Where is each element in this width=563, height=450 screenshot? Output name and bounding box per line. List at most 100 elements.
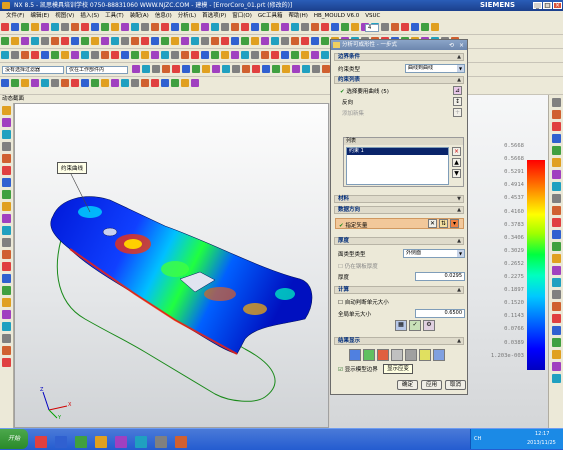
toolbar-tool-icon[interactable]: [552, 170, 561, 179]
toolbar-tool-icon[interactable]: [251, 51, 259, 59]
toolbar-tool-icon[interactable]: [192, 65, 200, 73]
toolbar-tool-icon[interactable]: [181, 23, 189, 31]
face-type-select[interactable]: 外侧面 ▼: [403, 249, 465, 258]
toolbar-tool-icon[interactable]: [2, 190, 11, 199]
toolbar-tool-icon[interactable]: [291, 23, 299, 31]
toolbar-tool-icon[interactable]: [322, 65, 330, 73]
toolbar-tool-icon[interactable]: [21, 37, 29, 45]
section-direction[interactable]: 数据方向 ▲: [334, 206, 464, 214]
toolbar-tool-icon[interactable]: [301, 51, 309, 59]
list-item-constraint-1[interactable]: 约束 1: [347, 148, 448, 155]
result-display-icon[interactable]: [405, 349, 417, 361]
toolbar-tool-icon[interactable]: [271, 51, 279, 59]
toolbar-tool-icon[interactable]: [261, 37, 269, 45]
constraint-list[interactable]: 约束 1: [346, 147, 449, 185]
apply-button[interactable]: 应用: [421, 380, 442, 390]
toolbar-tool-icon[interactable]: [81, 79, 89, 87]
toolbar-tool-icon[interactable]: [331, 23, 339, 31]
toolbar-tool-icon[interactable]: [231, 23, 239, 31]
constraint-type-select[interactable]: 曲线到曲线 ▼: [405, 64, 465, 73]
toolbar-tool-icon[interactable]: [101, 79, 109, 87]
toolbar-tool-icon[interactable]: [171, 37, 179, 45]
selection-filter-select[interactable]: 没有选择过滤器: [2, 66, 64, 74]
cancel-button[interactable]: 取消: [445, 380, 466, 390]
toolbar-tool-icon[interactable]: [231, 51, 239, 59]
toolbar-tool-icon[interactable]: [281, 51, 289, 59]
thickness-input[interactable]: 0.0295: [415, 272, 465, 281]
toolbar-tool-icon[interactable]: [421, 23, 429, 31]
taskbar-app-icon[interactable]: [135, 436, 147, 448]
toolbar-tool-icon[interactable]: [61, 79, 69, 87]
toolbar-tool-icon[interactable]: [201, 23, 209, 31]
section-material[interactable]: 材料 ▼: [334, 195, 464, 203]
toolbar-tool-icon[interactable]: [141, 23, 149, 31]
toolbar-tool-icon[interactable]: [552, 338, 561, 347]
toolbar-tool-icon[interactable]: [131, 37, 139, 45]
toolbar-tool-icon[interactable]: [61, 51, 69, 59]
taskbar-app-icon[interactable]: [175, 436, 187, 448]
taskbar-app-icon[interactable]: [115, 436, 127, 448]
toolbar-tool-icon[interactable]: [131, 23, 139, 31]
toolbar-tool-icon[interactable]: [131, 51, 139, 59]
section-calculation[interactable]: 计算 ▲: [334, 286, 464, 294]
add-set-button[interactable]: +: [453, 108, 462, 117]
toolbar-tool-icon[interactable]: [31, 23, 39, 31]
toolbar-tool-icon[interactable]: [221, 37, 229, 45]
delete-item-icon[interactable]: ×: [452, 147, 461, 156]
toolbar-tool-icon[interactable]: [2, 274, 11, 283]
section-results[interactable]: 结果显示 ▲: [334, 337, 464, 345]
menu-item[interactable]: 装配(A): [130, 13, 149, 19]
toolbar-tool-icon[interactable]: [221, 51, 229, 59]
minimize-button[interactable]: _: [533, 2, 542, 9]
toolbar-tool-icon[interactable]: [181, 37, 189, 45]
toolbar-tool-icon[interactable]: [31, 79, 39, 87]
toolbar-tool-icon[interactable]: [552, 362, 561, 371]
toolbar-tool-icon[interactable]: [71, 51, 79, 59]
menu-item[interactable]: 编辑(E): [30, 13, 49, 19]
toolbar-tool-icon[interactable]: [2, 334, 11, 343]
toolbar-tool-icon[interactable]: [2, 310, 11, 319]
toolbar-tool-icon[interactable]: [121, 51, 129, 59]
toolbar-tool-icon[interactable]: [41, 37, 49, 45]
toolbar-tool-icon[interactable]: [71, 23, 79, 31]
toolbar-tool-icon[interactable]: [191, 37, 199, 45]
menu-item[interactable]: 窗口(O): [232, 13, 252, 19]
toolbar-tool-icon[interactable]: [211, 23, 219, 31]
ok-button[interactable]: 确定: [397, 380, 418, 390]
toolbar-tool-icon[interactable]: [171, 51, 179, 59]
toolbar-tool-icon[interactable]: [191, 79, 199, 87]
toolbar-tool-icon[interactable]: [552, 374, 561, 383]
section-constraint-list[interactable]: 约束列表 ▲: [334, 76, 464, 84]
toolbar-tool-icon[interactable]: [61, 37, 69, 45]
toolbar-tool-icon[interactable]: [31, 37, 39, 45]
toolbar-tool-icon[interactable]: [411, 23, 419, 31]
toolbar-tool-icon[interactable]: [211, 37, 219, 45]
result-display-icon[interactable]: [391, 349, 403, 361]
toolbar-tool-icon[interactable]: [552, 350, 561, 359]
curve-select-icon[interactable]: ⊿: [453, 86, 462, 95]
toolbar-tool-icon[interactable]: [141, 79, 149, 87]
toolbar-tool-icon[interactable]: [2, 262, 11, 271]
close-button[interactable]: ×: [553, 2, 562, 9]
toolbar-tool-icon[interactable]: [552, 206, 561, 215]
calculate-icon[interactable]: ✓: [409, 320, 421, 331]
toolbar-tool-icon[interactable]: [161, 37, 169, 45]
toolbar-tool-icon[interactable]: [101, 51, 109, 59]
toolbar-tool-icon[interactable]: [552, 98, 561, 107]
move-down-icon[interactable]: ▼: [452, 169, 461, 178]
toolbar-tool-icon[interactable]: [142, 65, 150, 73]
toolbar-tool-icon[interactable]: [552, 254, 561, 263]
specify-vector-row[interactable]: ✔ 指定矢量 ✕ ⇅ ▾: [335, 218, 464, 229]
toolbar-tool-icon[interactable]: [272, 65, 280, 73]
toolbar-tool-icon[interactable]: [131, 79, 139, 87]
toolbar-tool-icon[interactable]: [2, 118, 11, 127]
toolbar-tool-icon[interactable]: [191, 51, 199, 59]
toolbar-tool-icon[interactable]: [151, 79, 159, 87]
toolbar-tool-icon[interactable]: [182, 65, 190, 73]
toolbar-tool-icon[interactable]: [242, 65, 250, 73]
toolbar-tool-icon[interactable]: [552, 230, 561, 239]
toolbar-tool-icon[interactable]: [181, 51, 189, 59]
toolbar-tool-icon[interactable]: [281, 23, 289, 31]
toolbar-tool-icon[interactable]: [132, 65, 140, 73]
toolbar-tool-icon[interactable]: [2, 214, 11, 223]
